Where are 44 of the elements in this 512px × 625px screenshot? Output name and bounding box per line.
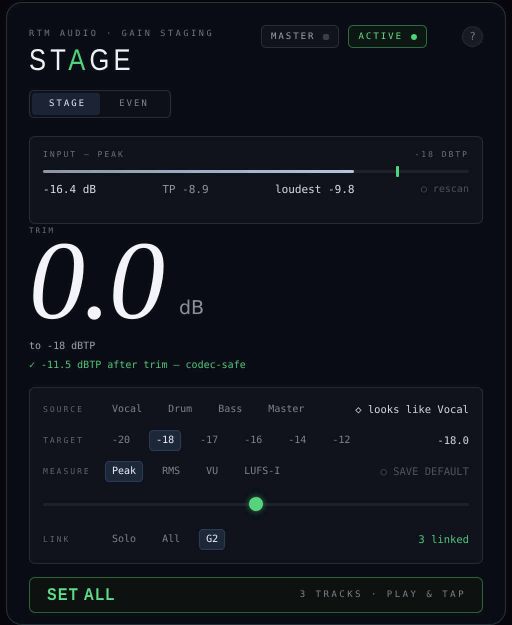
row-aside: ◇ looks like Vocal — [355, 404, 469, 416]
option-chip[interactable]: VU — [199, 461, 226, 482]
row-label: TARGET — [43, 436, 85, 445]
option-chip[interactable]: Bass — [211, 399, 250, 420]
target-label: -18 DBTP — [414, 150, 469, 159]
help-button[interactable]: ? — [462, 26, 483, 47]
option-chip[interactable]: -16 — [237, 430, 270, 451]
mode-tab[interactable]: STAGE — [32, 93, 100, 115]
status-message: ✓ -11.5 dBTP after trim — codec-safe — [29, 360, 247, 371]
app-subtitle: RTM AUDIO · GAIN STAGING — [29, 29, 214, 39]
status-dot-icon — [411, 34, 417, 40]
target-note: to -18 dBTP — [29, 341, 96, 352]
row-label: LINK — [43, 535, 72, 544]
option-chip[interactable]: -18 — [149, 430, 182, 451]
option-chip[interactable]: Peak — [105, 461, 144, 482]
option-chip[interactable]: G2 — [199, 529, 226, 550]
meter-label: INPUT — PEAK — [43, 150, 125, 159]
mode-toggle-button[interactable]: ACTIVE — [348, 25, 427, 48]
slider-thumb[interactable] — [249, 497, 263, 511]
row-aside: ○ SAVE DEFAULT — [380, 466, 469, 478]
row-label: MEASURE — [43, 467, 92, 476]
option-chip[interactable]: -20 — [105, 430, 138, 451]
option-chip[interactable]: -14 — [281, 430, 314, 451]
row-aside: -18.0 — [437, 434, 469, 446]
row-aside: 3 linked — [418, 534, 469, 546]
meter-reading: TP -8.9 — [162, 183, 209, 196]
trim-unit: dB — [179, 297, 204, 319]
option-chip[interactable]: All — [155, 529, 188, 550]
option-chip[interactable]: -12 — [325, 430, 358, 451]
row-label: SOURCE — [43, 405, 85, 414]
meter-reading: loudest -9.8 — [275, 183, 354, 196]
option-chip[interactable]: Master — [261, 399, 312, 420]
option-chip[interactable]: RMS — [155, 461, 188, 482]
option-chip[interactable]: Drum — [161, 399, 200, 420]
mode-tab[interactable]: EVEN — [100, 93, 168, 115]
set-all-button[interactable]: SET ALL 3 TRACKS · PLAY & TAP — [29, 577, 483, 613]
option-chip[interactable]: Solo — [105, 529, 144, 550]
meter-reading: -16.4 dB — [43, 183, 96, 196]
option-chip[interactable]: Vocal — [105, 399, 150, 420]
option-chip[interactable]: -17 — [193, 430, 226, 451]
option-chip[interactable]: LUFS-I — [237, 461, 288, 482]
button-note: 3 TRACKS · PLAY & TAP — [300, 590, 466, 600]
app-title: STAGE — [29, 44, 136, 78]
mode-toggle-button[interactable]: MASTER — [260, 25, 340, 48]
